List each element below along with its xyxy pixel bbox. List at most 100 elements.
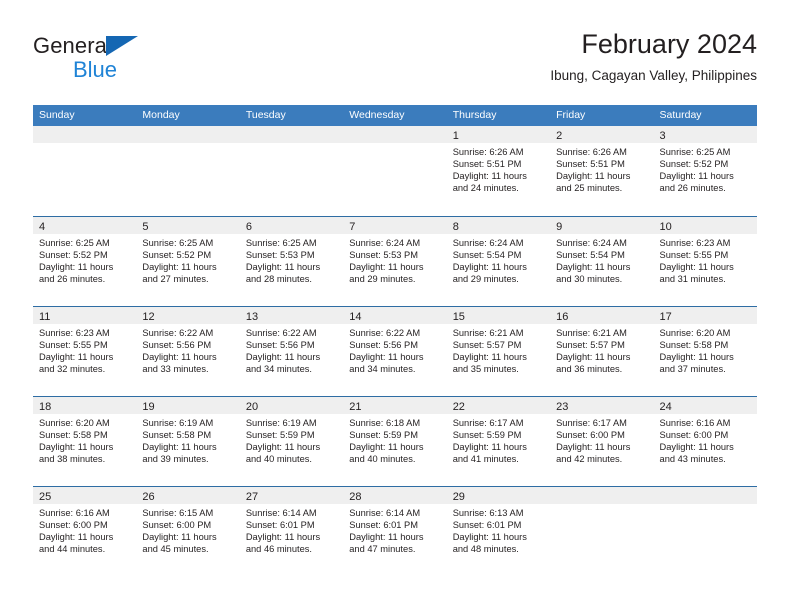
calendar-day-cell[interactable]: 22 Sunrise: 6:17 AM Sunset: 5:59 PM Dayligh… — [446, 397, 551, 486]
calendar-day-cell[interactable]: 3 Sunrise: 6:25 AM Sunset: 5:52 PM Daylight… — [653, 126, 757, 216]
daylight-text-line1: Daylight: 11 hours — [39, 442, 114, 453]
day-number-band: 7 — [343, 217, 447, 234]
sunset-text: Sunset: 5:57 PM — [452, 340, 522, 351]
calendar-day-cell[interactable]: 9 Sunrise: 6:24 AM Sunset: 5:54 PM Daylight… — [550, 217, 654, 306]
day-sun-info: Sunrise: 6:25 AM Sunset: 5:52 PM Daylight:… — [136, 234, 239, 285]
day-number: 1 — [452, 130, 459, 142]
calendar-week-row: 25 Sunrise: 6:16 AM Sunset: 6:00 PM Dayligh… — [33, 486, 757, 576]
daylight-text-line1: Daylight: 11 hours — [452, 532, 527, 543]
calendar-day-cell[interactable]: 14 Sunrise: 6:22 AM Sunset: 5:56 PM Dayligh… — [343, 307, 447, 396]
sunset-text: Sunset: 5:51 PM — [556, 159, 625, 170]
calendar-day-cell[interactable]: 25 Sunrise: 6:16 AM Sunset: 6:00 PM Dayligh… — [33, 487, 137, 576]
day-number-band: 26 — [136, 487, 240, 504]
day-sun-info: Sunrise: 6:13 AM Sunset: 6:01 PM Daylight:… — [447, 504, 550, 555]
brand-blue-text: Blue — [73, 57, 118, 82]
daylight-text-line1: Daylight: 11 hours — [39, 262, 114, 273]
day-sun-info: Sunrise: 6:22 AM Sunset: 5:56 PM Daylight:… — [343, 324, 446, 375]
day-number-band: 29 — [446, 487, 551, 504]
calendar-day-cell[interactable]: 12 Sunrise: 6:22 AM Sunset: 5:56 PM Dayligh… — [136, 307, 240, 396]
calendar-day-cell[interactable]: 26 Sunrise: 6:15 AM Sunset: 6:00 PM Dayligh… — [136, 487, 240, 576]
calendar-day-cell[interactable]: 27 Sunrise: 6:14 AM Sunset: 6:01 PM Dayligh… — [239, 487, 344, 576]
day-sun-info: Sunrise: 6:25 AM Sunset: 5:52 PM Daylight:… — [654, 143, 757, 194]
sunrise-text: Sunrise: 6:17 AM — [452, 418, 524, 428]
calendar-day-cell[interactable]: 6 Sunrise: 6:25 AM Sunset: 5:53 PM Daylight… — [239, 217, 344, 306]
day-sun-info: Sunrise: 6:24 AM Sunset: 5:53 PM Daylight:… — [343, 234, 446, 285]
daylight-text-line2: and 39 minutes. — [142, 454, 209, 465]
day-number: 8 — [452, 221, 459, 233]
daylight-text-line2: and 33 minutes. — [142, 364, 209, 375]
day-number-band: 15 — [446, 307, 551, 324]
calendar-day-cell[interactable]: 8 Sunrise: 6:24 AM Sunset: 5:54 PM Daylight… — [446, 217, 551, 306]
daylight-text-line1: Daylight: 11 hours — [39, 352, 114, 363]
day-number-band: 3 — [653, 126, 757, 143]
calendar-day-cell[interactable]: 23 Sunrise: 6:17 AM Sunset: 6:00 PM Dayligh… — [550, 397, 654, 486]
sunrise-text: Sunrise: 6:26 AM — [556, 147, 627, 157]
day-number-band: 16 — [550, 307, 654, 324]
daylight-text-line2: and 40 minutes. — [349, 454, 416, 465]
day-number-band: 17 — [653, 307, 757, 324]
sunset-text: Sunset: 5:56 PM — [245, 340, 315, 351]
calendar-day-cell[interactable]: 18 Sunrise: 6:20 AM Sunset: 5:58 PM Dayligh… — [33, 397, 137, 486]
sunrise-text: Sunrise: 6:17 AM — [556, 418, 627, 428]
calendar-day-cell[interactable]: 21 Sunrise: 6:18 AM Sunset: 5:59 PM Dayligh… — [343, 397, 447, 486]
calendar-day-cell[interactable]: 16 Sunrise: 6:21 AM Sunset: 5:57 PM Dayligh… — [550, 307, 654, 396]
day-sun-info: Sunrise: 6:16 AM Sunset: 6:00 PM Daylight:… — [654, 414, 757, 465]
sunrise-text: Sunrise: 6:21 AM — [452, 328, 524, 338]
day-sun-info: Sunrise: 6:24 AM Sunset: 5:54 PM Daylight:… — [447, 234, 550, 285]
sunrise-text: Sunrise: 6:22 AM — [349, 328, 421, 338]
brand-name-general: General — [33, 34, 203, 58]
calendar-day-cell[interactable]: 17 Sunrise: 6:20 AM Sunset: 5:58 PM Dayligh… — [653, 307, 757, 396]
calendar-day-cell[interactable]: 10 Sunrise: 6:23 AM Sunset: 5:55 PM Dayligh… — [653, 217, 757, 306]
day-number-band: 4 — [33, 217, 137, 234]
sunset-text: Sunset: 5:56 PM — [349, 340, 418, 351]
daylight-text-line1: Daylight: 11 hours — [452, 442, 527, 453]
day-sun-info: Sunrise: 6:18 AM Sunset: 5:59 PM Daylight:… — [343, 414, 446, 465]
day-number-band: 27 — [239, 487, 344, 504]
calendar-day-cell[interactable]: 28 Sunrise: 6:14 AM Sunset: 6:01 PM Dayligh… — [343, 487, 447, 576]
day-number: 22 — [452, 401, 465, 413]
calendar-grid: Sunday Monday Tuesday Wednesday Thursday Frid… — [33, 105, 757, 576]
calendar-day-cell[interactable]: 19 Sunrise: 6:19 AM Sunset: 5:58 PM Dayligh… — [136, 397, 240, 486]
daylight-text-line2: and 35 minutes. — [452, 364, 519, 375]
daylight-text-line1: Daylight: 11 hours — [556, 442, 631, 453]
sunrise-text: Sunrise: 6:19 AM — [245, 418, 317, 428]
daylight-text-line2: and 46 minutes. — [245, 544, 312, 555]
calendar-body: 1 Sunrise: 6:26 AM Sunset: 5:51 PM Daylight… — [33, 126, 757, 576]
calendar-day-cell[interactable]: 11 Sunrise: 6:23 AM Sunset: 5:55 PM Dayligh… — [33, 307, 137, 396]
sunrise-text: Sunrise: 6:23 AM — [659, 238, 731, 248]
calendar-day-cell[interactable]: 1 Sunrise: 6:26 AM Sunset: 5:51 PM Daylight… — [446, 126, 551, 216]
sunset-text: Sunset: 5:52 PM — [39, 250, 108, 261]
daylight-text-line2: and 44 minutes. — [39, 544, 106, 555]
day-number-band — [136, 126, 240, 143]
calendar-day-cell[interactable]: 24 Sunrise: 6:16 AM Sunset: 6:00 PM Dayligh… — [653, 397, 757, 486]
sunrise-text: Sunrise: 6:26 AM — [452, 147, 524, 157]
sunset-text: Sunset: 5:59 PM — [452, 430, 522, 441]
day-sun-info: Sunrise: 6:24 AM Sunset: 5:54 PM Daylight:… — [550, 234, 653, 285]
calendar-day-cell[interactable]: 2 Sunrise: 6:26 AM Sunset: 5:51 PM Daylight… — [550, 126, 654, 216]
sunrise-text: Sunrise: 6:18 AM — [349, 418, 421, 428]
sunrise-text: Sunrise: 6:16 AM — [39, 508, 110, 518]
day-sun-info: Sunrise: 6:23 AM Sunset: 5:55 PM Daylight:… — [33, 324, 136, 375]
calendar-day-cell[interactable]: 5 Sunrise: 6:25 AM Sunset: 5:52 PM Daylight… — [136, 217, 240, 306]
daylight-text-line2: and 34 minutes. — [349, 364, 416, 375]
daylight-text-line1: Daylight: 11 hours — [142, 352, 217, 363]
calendar-day-cell[interactable]: 29 Sunrise: 6:13 AM Sunset: 6:01 PM Dayligh… — [446, 487, 551, 576]
sunset-text: Sunset: 5:54 PM — [452, 250, 522, 261]
daylight-text-line2: and 29 minutes. — [349, 274, 416, 285]
day-number-band: 6 — [239, 217, 344, 234]
day-number: 12 — [142, 311, 155, 323]
day-number-band — [343, 126, 447, 143]
calendar-day-cell[interactable]: 15 Sunrise: 6:21 AM Sunset: 5:57 PM Dayligh… — [446, 307, 551, 396]
calendar-day-cell-empty — [136, 126, 240, 216]
day-sun-info: Sunrise: 6:14 AM Sunset: 6:01 PM Daylight:… — [240, 504, 343, 555]
calendar-day-cell-empty — [33, 126, 137, 216]
calendar-day-cell[interactable]: 4 Sunrise: 6:25 AM Sunset: 5:52 PM Daylight… — [33, 217, 137, 306]
calendar-day-cell[interactable]: 7 Sunrise: 6:24 AM Sunset: 5:53 PM Daylight… — [343, 217, 447, 306]
day-number-band: 12 — [136, 307, 240, 324]
daylight-text-line1: Daylight: 11 hours — [349, 442, 424, 453]
calendar-day-cell[interactable]: 20 Sunrise: 6:19 AM Sunset: 5:59 PM Dayligh… — [239, 397, 344, 486]
calendar-day-cell[interactable]: 13 Sunrise: 6:22 AM Sunset: 5:56 PM Dayligh… — [239, 307, 344, 396]
sunset-text: Sunset: 6:01 PM — [452, 520, 522, 531]
day-number: 10 — [659, 221, 672, 233]
weekday-header-wednesday: Wednesday — [349, 109, 405, 121]
